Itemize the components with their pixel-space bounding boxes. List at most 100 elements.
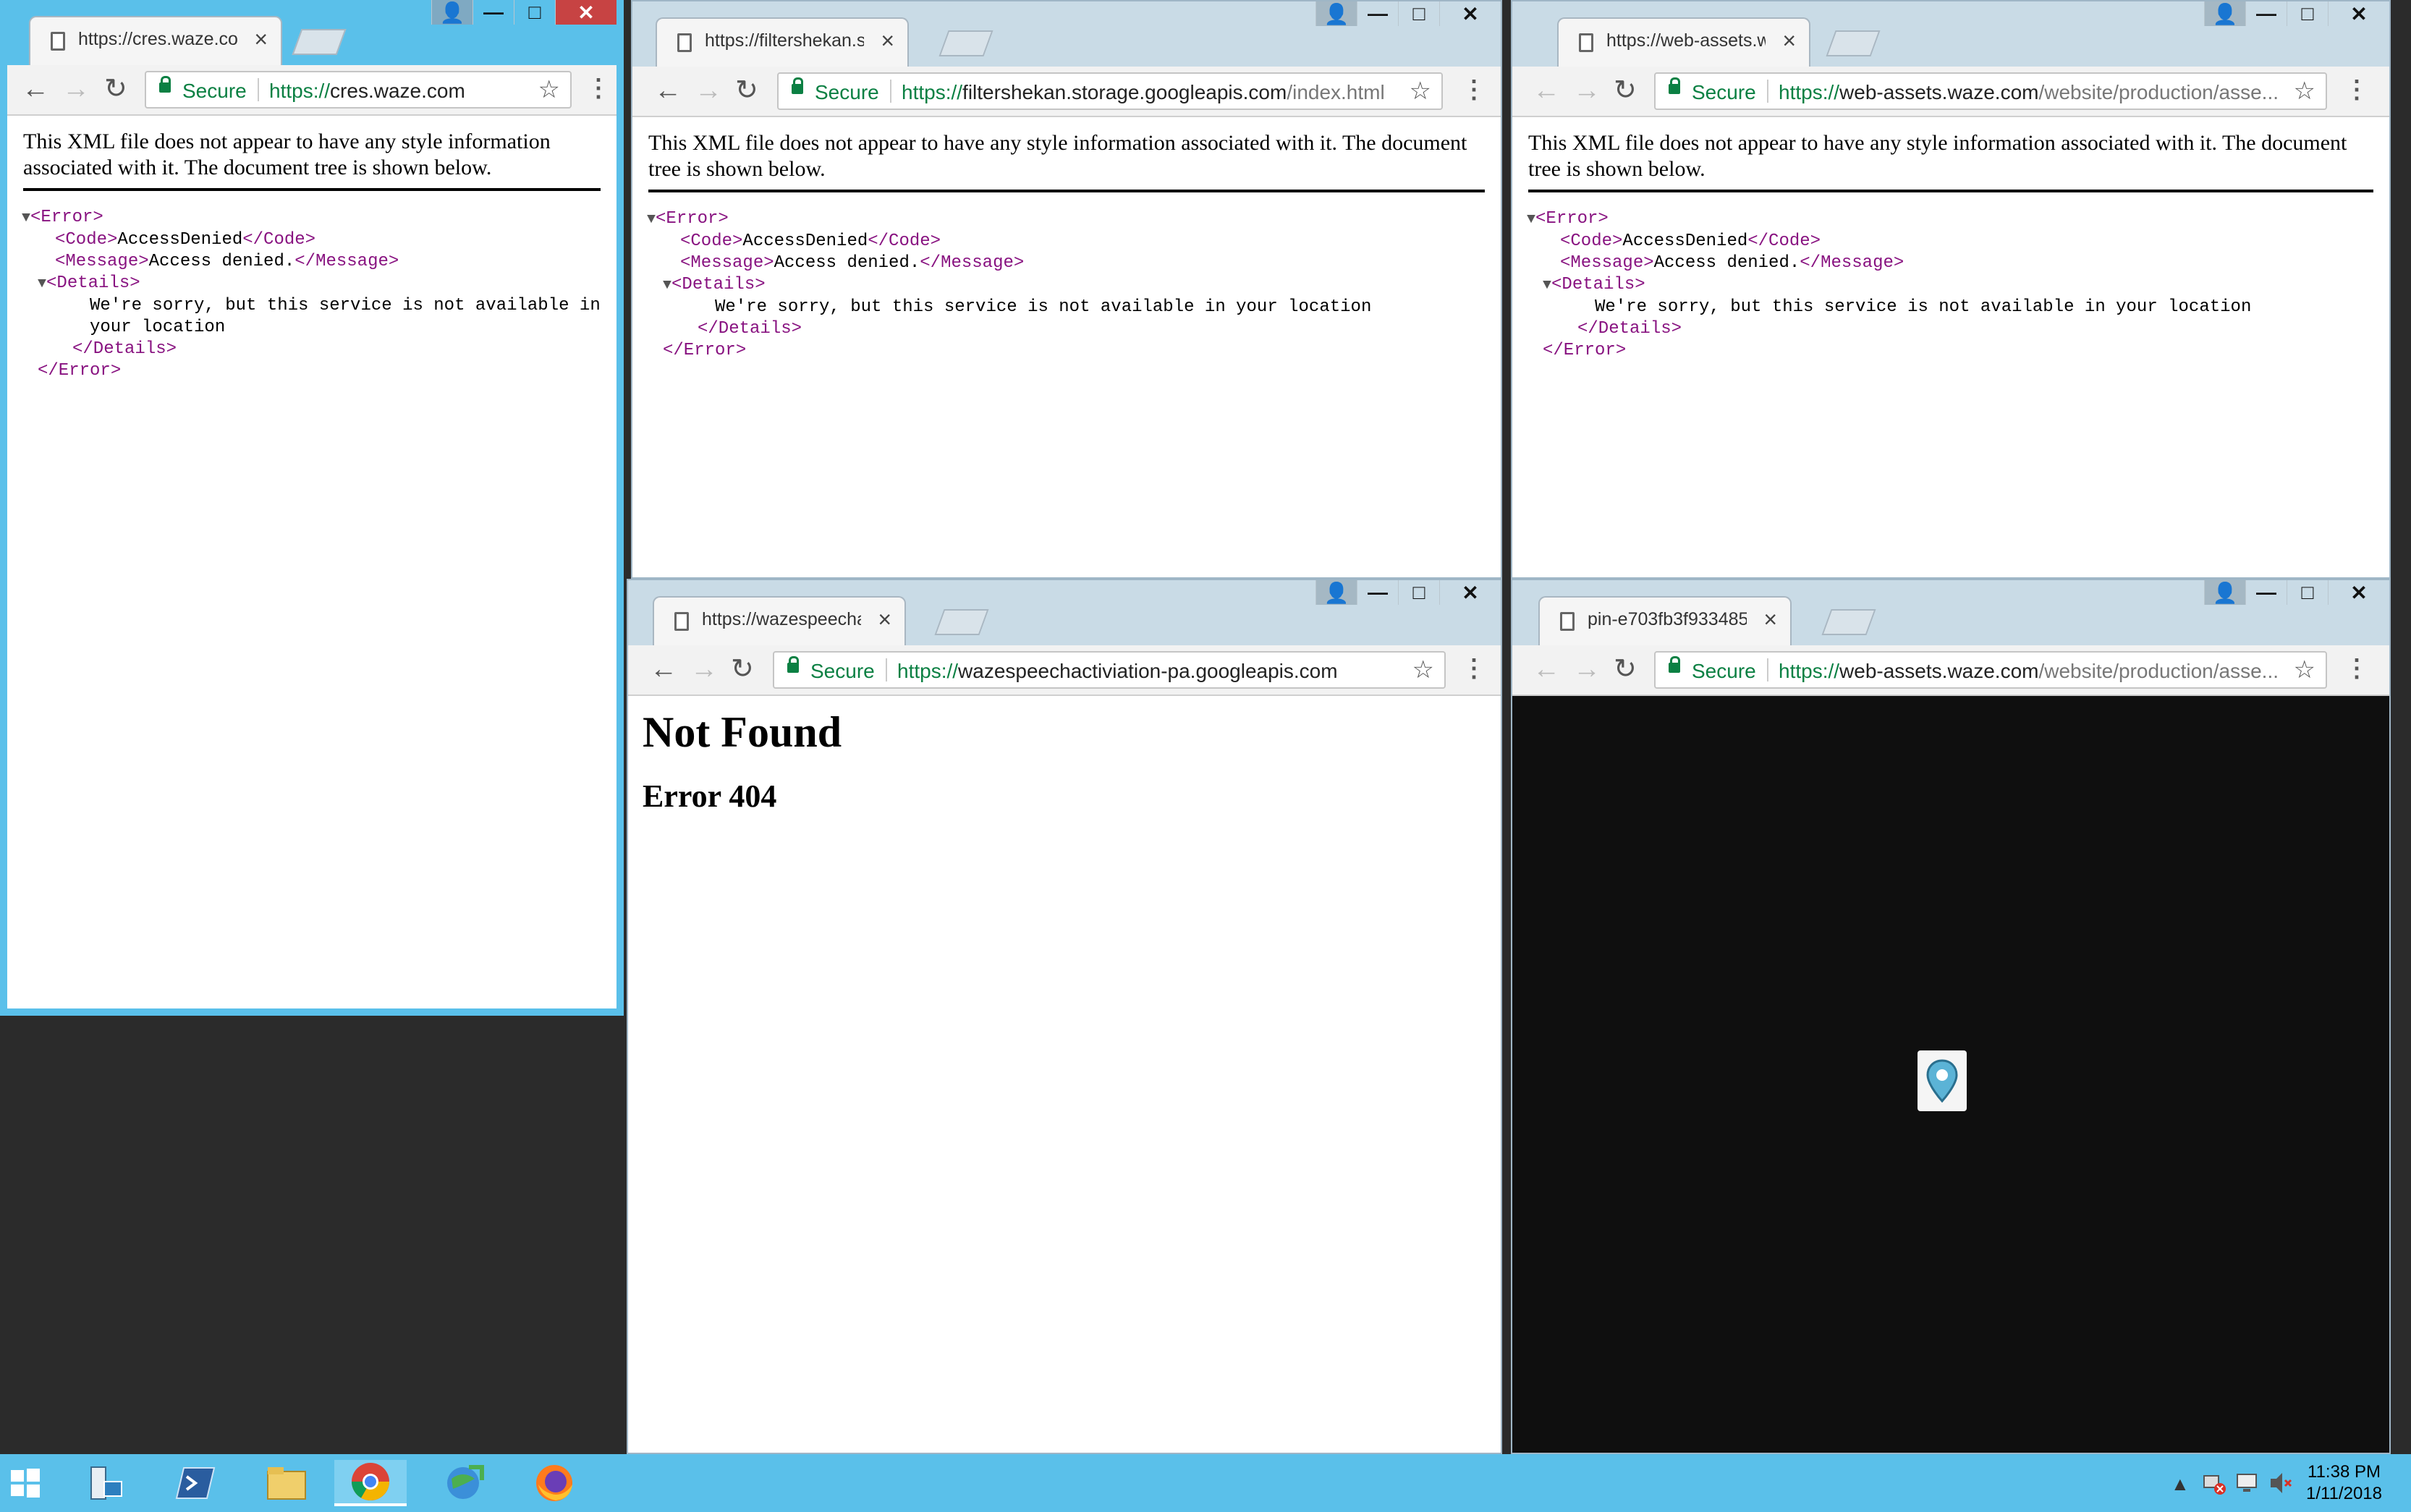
page-icon <box>677 33 692 52</box>
profile-icon[interactable]: 👤 <box>1315 580 1357 605</box>
file-explorer-button[interactable] <box>250 1460 323 1506</box>
show-hidden-icons-button[interactable]: ▲ <box>2171 1473 2190 1495</box>
forward-icon[interactable]: → <box>1573 651 1601 687</box>
address-bar[interactable]: Secure https://web-assets.waze.com/websi… <box>1654 72 2327 110</box>
volume-status[interactable] <box>2266 1460 2295 1506</box>
new-tab-button[interactable] <box>938 30 993 56</box>
page-icon <box>1579 33 1593 52</box>
browser-tab[interactable]: https://filtershekan.storage.googleapis.… <box>656 17 909 67</box>
close-window-button[interactable]: ✕ <box>2328 580 2389 605</box>
address-bar[interactable]: Secure https://cres.waze.com ☆ <box>145 71 572 109</box>
address-bar[interactable]: Secure https://wazespeechactiviation-pa.… <box>773 651 1446 689</box>
close-window-button[interactable]: ✕ <box>1439 580 1501 605</box>
new-tab-button[interactable] <box>934 609 989 635</box>
profile-icon[interactable]: 👤 <box>2204 1 2245 26</box>
tab-close-icon[interactable]: × <box>881 26 894 55</box>
back-icon[interactable]: ← <box>650 651 677 687</box>
chrome-button[interactable] <box>334 1460 407 1506</box>
tray-app[interactable] <box>2233 1460 2262 1506</box>
minimize-button[interactable]: — <box>2245 1 2287 26</box>
window-caption-buttons: 👤 — □ ✕ <box>2204 580 2389 605</box>
maximize-button[interactable]: □ <box>2287 580 2328 605</box>
collapse-triangle-icon[interactable]: ▼ <box>647 211 656 228</box>
page-subheading: Error 404 <box>643 778 777 814</box>
browser-tab[interactable]: https://web-assets.waze.com × <box>1557 17 1810 67</box>
browser-menu-icon[interactable]: ⋮ <box>2344 75 2369 104</box>
server-manager-icon <box>90 1466 122 1500</box>
url-text: https://web-assets.waze.com/website/prod… <box>1779 81 2282 104</box>
tab-close-icon[interactable]: × <box>1763 605 1777 634</box>
forward-icon[interactable]: → <box>1573 72 1601 109</box>
address-bar[interactable]: Secure https://filtershekan.storage.goog… <box>777 72 1443 110</box>
minimize-button[interactable]: — <box>473 0 514 25</box>
forward-icon[interactable]: → <box>690 651 718 687</box>
minimize-button[interactable]: — <box>1357 1 1398 26</box>
browser-menu-icon[interactable]: ⋮ <box>1462 654 1486 683</box>
back-icon[interactable]: ← <box>1533 651 1560 687</box>
bookmark-star-icon[interactable]: ☆ <box>2294 655 2315 684</box>
reload-icon[interactable]: ↻ <box>1614 72 1637 109</box>
minimize-button[interactable]: — <box>2245 580 2287 605</box>
browser-menu-icon[interactable]: ⋮ <box>586 74 611 103</box>
lock-icon <box>1669 656 1680 673</box>
new-tab-button[interactable] <box>292 29 347 55</box>
secure-label: Secure <box>182 80 247 102</box>
maximize-button[interactable]: □ <box>514 0 555 25</box>
forward-icon[interactable]: → <box>62 71 90 107</box>
page-heading: Not Found <box>643 708 842 756</box>
close-window-button[interactable]: ✕ <box>1439 1 1501 26</box>
maximize-button[interactable]: □ <box>1398 1 1439 26</box>
firefox-button[interactable] <box>518 1460 590 1506</box>
collapse-triangle-icon[interactable]: ▼ <box>1527 211 1535 228</box>
start-button[interactable] <box>0 1460 51 1506</box>
reload-icon[interactable]: ↻ <box>1614 651 1637 687</box>
collapse-triangle-icon[interactable]: ▼ <box>38 276 46 292</box>
bookmark-star-icon[interactable]: ☆ <box>1412 655 1434 684</box>
browser-toolbar: ← → ↻ Secure https://web-assets.waze.com… <box>1512 67 2389 117</box>
xml-tag: <Error> <box>656 209 729 229</box>
profile-icon[interactable]: 👤 <box>431 0 473 25</box>
divider <box>890 80 891 103</box>
new-tab-button[interactable] <box>1821 609 1876 635</box>
maximize-button[interactable]: □ <box>1398 580 1439 605</box>
back-icon[interactable]: ← <box>22 71 49 107</box>
collapse-triangle-icon[interactable]: ▼ <box>22 210 30 226</box>
close-window-button[interactable]: ✕ <box>2328 1 2389 26</box>
browser-menu-icon[interactable]: ⋮ <box>2344 654 2369 683</box>
system-clock[interactable]: 11:38 PM 1/11/2018 <box>2306 1461 2382 1505</box>
back-icon[interactable]: ← <box>1533 72 1560 109</box>
close-window-button[interactable]: ✕ <box>555 0 616 25</box>
new-tab-button[interactable] <box>1826 30 1881 56</box>
bookmark-star-icon[interactable]: ☆ <box>2294 77 2315 106</box>
powershell-button[interactable] <box>159 1460 232 1506</box>
browser-tab[interactable]: https://cres.waze.com × <box>29 16 282 65</box>
page-content: Not Found Error 404 <box>628 696 1501 1453</box>
globe-app-button[interactable] <box>428 1460 501 1506</box>
forward-icon[interactable]: → <box>695 72 722 109</box>
secure-label: Secure <box>1692 81 1756 103</box>
bookmark-star-icon[interactable]: ☆ <box>538 75 560 104</box>
reload-icon[interactable]: ↻ <box>731 651 754 687</box>
lock-icon <box>1669 77 1680 94</box>
back-icon[interactable]: ← <box>654 72 682 109</box>
network-status[interactable] <box>2200 1460 2229 1506</box>
address-bar[interactable]: Secure https://web-assets.waze.com/websi… <box>1654 651 2327 689</box>
reload-icon[interactable]: ↻ <box>735 72 758 109</box>
xml-tree: ▼<Error> <Code>AccessDenied</Code> <Mess… <box>22 207 616 382</box>
bookmark-star-icon[interactable]: ☆ <box>1410 77 1431 106</box>
profile-icon[interactable]: 👤 <box>1315 1 1357 26</box>
tab-close-icon[interactable]: × <box>1782 26 1796 55</box>
minimize-button[interactable]: — <box>1357 580 1398 605</box>
browser-tab[interactable]: pin-e703fb3f933485f095 × <box>1538 596 1792 645</box>
browser-tab[interactable]: https://wazespeechactivi × <box>653 596 906 645</box>
maximize-button[interactable]: □ <box>2287 1 2328 26</box>
browser-toolbar: ← → ↻ Secure https://web-assets.waze.com… <box>1512 645 2389 696</box>
browser-menu-icon[interactable]: ⋮ <box>1462 75 1486 104</box>
server-manager-button[interactable] <box>69 1460 142 1506</box>
tab-close-icon[interactable]: × <box>254 25 268 54</box>
tab-close-icon[interactable]: × <box>878 605 891 634</box>
reload-icon[interactable]: ↻ <box>104 71 127 107</box>
profile-icon[interactable]: 👤 <box>2204 580 2245 605</box>
collapse-triangle-icon[interactable]: ▼ <box>1543 277 1551 294</box>
collapse-triangle-icon[interactable]: ▼ <box>663 277 671 294</box>
